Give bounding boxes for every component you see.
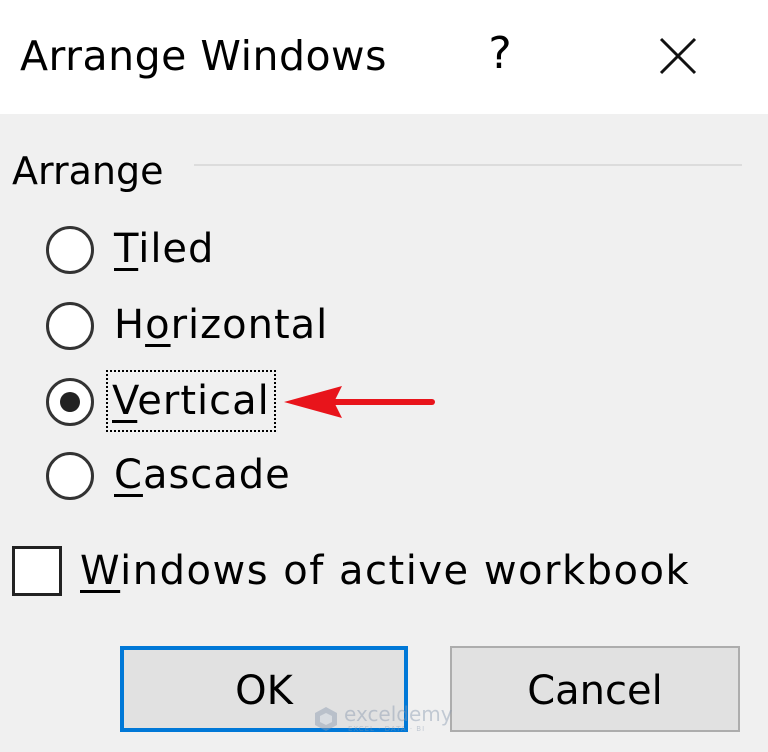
close-icon [659, 37, 697, 75]
watermark-name: exceldemy [344, 702, 453, 726]
help-button[interactable]: ? [470, 22, 530, 86]
radio-tiled[interactable]: Tiled [46, 220, 466, 280]
close-button[interactable] [640, 22, 716, 86]
arrange-group-label: Arrange [12, 149, 164, 193]
radio-cascade[interactable]: Cascade [46, 446, 466, 506]
cancel-button[interactable]: Cancel [450, 646, 740, 732]
radio-horizontal[interactable]: Horizontal [46, 296, 466, 356]
radio-button-tiled[interactable] [46, 226, 94, 274]
active-workbook-checkbox-row[interactable]: Windows of active workbook [12, 540, 712, 604]
exceldemy-logo-icon [315, 707, 337, 731]
watermark: exceldemy EXCEL · DATA · BI [314, 702, 464, 736]
radio-button-vertical[interactable] [46, 378, 94, 426]
radio-button-cascade[interactable] [46, 452, 94, 500]
group-divider [194, 164, 742, 166]
radio-label-cascade: Cascade [114, 452, 291, 498]
radio-label-horizontal: Horizontal [114, 302, 329, 348]
radio-label-vertical: Vertical [106, 370, 276, 432]
dialog-titlebar: Arrange Windows ? [0, 0, 768, 114]
active-workbook-checkbox[interactable] [12, 546, 62, 596]
active-workbook-label: Windows of active workbook [80, 548, 691, 594]
red-arrow-icon [284, 386, 435, 418]
watermark-tagline: EXCEL · DATA · BI [348, 725, 426, 733]
radio-label-tiled: Tiled [114, 226, 215, 272]
radio-button-horizontal[interactable] [46, 302, 94, 350]
dialog-title: Arrange Windows [20, 32, 387, 80]
